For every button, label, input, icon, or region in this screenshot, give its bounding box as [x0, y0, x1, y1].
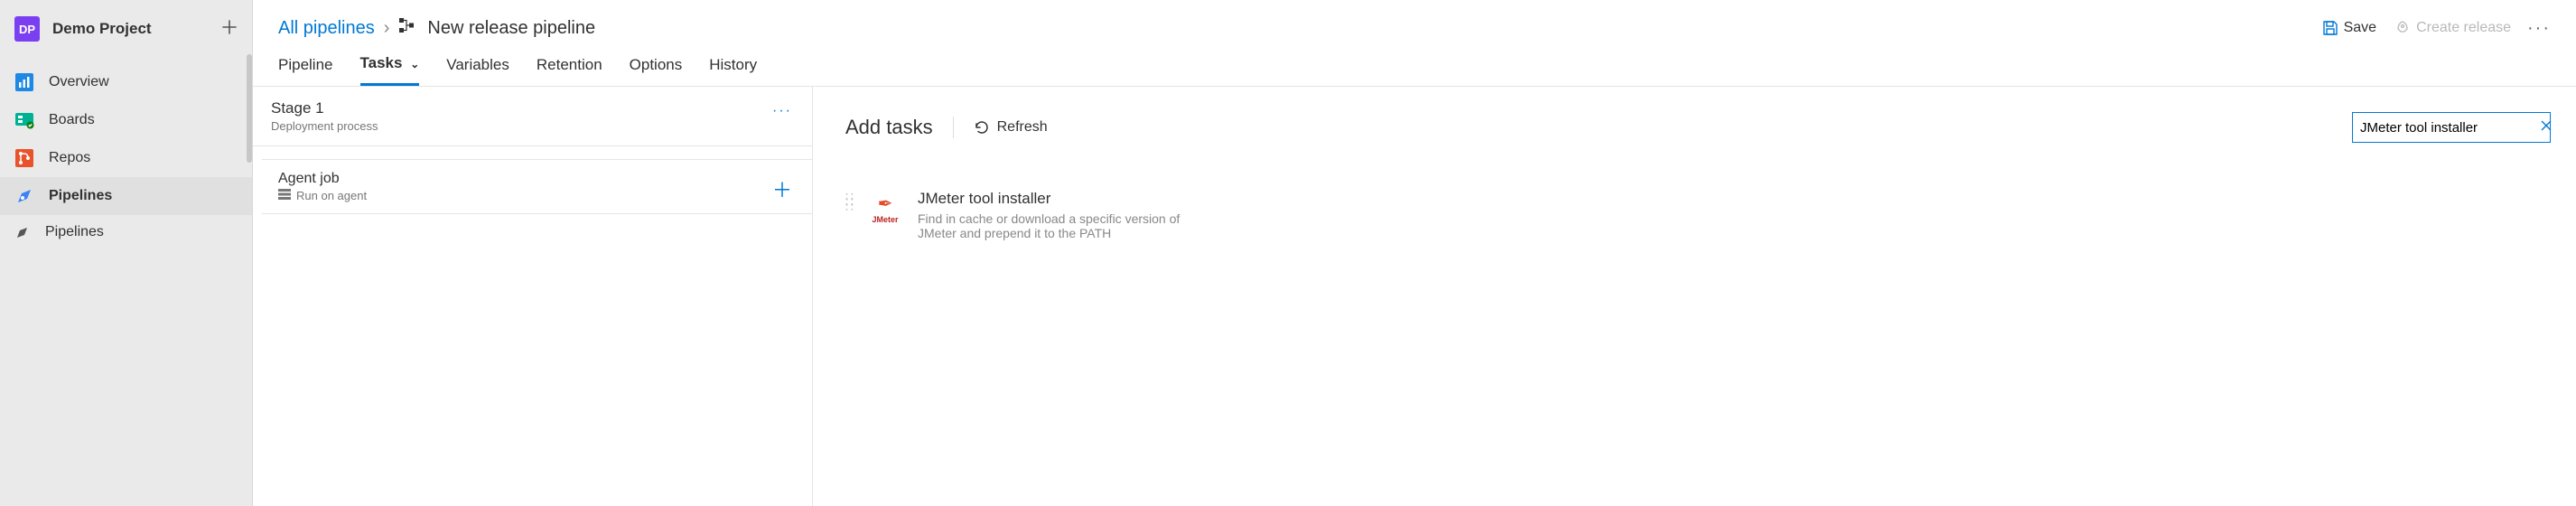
- create-release-button: Create release: [2394, 20, 2511, 36]
- sidebar-item-label: Boards: [49, 112, 95, 128]
- sidebar-scrollbar[interactable]: [247, 54, 252, 506]
- more-actions-button[interactable]: ···: [2527, 18, 2551, 39]
- sidebar-item-pipelines[interactable]: Pipelines: [0, 177, 252, 215]
- tab-label: Tasks: [360, 54, 403, 71]
- stage-column: Stage 1 Deployment process ··· Agent job…: [253, 87, 813, 506]
- project-badge: DP: [14, 16, 40, 42]
- sidebar-item-pipelines-sub[interactable]: Pipelines: [0, 215, 252, 249]
- tab-label: Options: [630, 56, 683, 73]
- refresh-icon: [974, 119, 990, 136]
- sidebar-item-overview[interactable]: Overview: [0, 63, 252, 101]
- add-task-to-job-button[interactable]: ＋: [772, 174, 792, 203]
- boards-icon: [14, 110, 34, 130]
- agent-job-subtitle-text: Run on agent: [296, 189, 367, 202]
- sidebar-item-repos[interactable]: Repos: [0, 139, 252, 177]
- save-button[interactable]: Save: [2322, 20, 2376, 36]
- tab-pipeline[interactable]: Pipeline: [278, 56, 333, 85]
- task-result-item[interactable]: ∷∷∷ ✒ JMeter JMeter tool installer Find …: [845, 190, 2551, 240]
- task-result-title: JMeter tool installer: [918, 190, 1216, 208]
- sidebar: DP Demo Project Overview Boards Repos: [0, 0, 253, 506]
- sidebar-project-header[interactable]: DP Demo Project: [0, 0, 252, 58]
- add-project-button[interactable]: [221, 19, 238, 40]
- sidebar-item-label: Pipelines: [49, 188, 112, 204]
- chevron-down-icon: ⌄: [410, 58, 419, 70]
- task-search-box[interactable]: [2352, 112, 2551, 143]
- create-release-label: Create release: [2416, 20, 2511, 36]
- agent-job-row[interactable]: Agent job Run on agent ＋: [262, 159, 812, 214]
- tab-options[interactable]: Options: [630, 56, 683, 85]
- sidebar-nav: Overview Boards Repos Pipelines Pipeline…: [0, 63, 252, 249]
- breadcrumb-bar: All pipelines › New release pipeline Sav…: [253, 0, 2576, 45]
- save-label: Save: [2344, 20, 2376, 36]
- stage-more-button[interactable]: ···: [772, 103, 792, 119]
- project-name: Demo Project: [52, 20, 221, 38]
- chevron-right-icon: ›: [384, 18, 390, 39]
- task-result-description: Find in cache or download a specific ver…: [918, 211, 1216, 240]
- divider: [953, 117, 954, 138]
- tabs-bar: Pipeline Tasks ⌄ Variables Retention Opt…: [253, 45, 2576, 87]
- logo-text: JMeter: [872, 215, 898, 224]
- add-tasks-header: Add tasks Refresh: [845, 112, 2551, 143]
- pipelines-icon: [14, 186, 34, 206]
- add-tasks-heading: Add tasks: [845, 116, 933, 139]
- release-pipeline-icon: [398, 16, 416, 40]
- pipelines-sub-icon: [14, 224, 31, 240]
- breadcrumb-title: New release pipeline: [427, 18, 595, 39]
- stage-title: Stage 1: [271, 99, 794, 117]
- add-tasks-panel: Add tasks Refresh ∷∷∷ ✒ JMeter: [813, 87, 2576, 506]
- tab-label: History: [709, 56, 757, 73]
- tab-tasks[interactable]: Tasks ⌄: [360, 54, 420, 86]
- tab-retention[interactable]: Retention: [537, 56, 602, 85]
- agent-job-title: Agent job: [278, 171, 796, 187]
- tab-label: Variables: [446, 56, 509, 73]
- stage-row[interactable]: Stage 1 Deployment process ···: [253, 87, 812, 146]
- refresh-button[interactable]: Refresh: [974, 119, 1048, 136]
- agent-job-subtitle: Run on agent: [278, 189, 796, 202]
- save-icon: [2322, 20, 2338, 36]
- sidebar-item-boards[interactable]: Boards: [0, 101, 252, 139]
- sidebar-item-label: Overview: [49, 74, 109, 90]
- stage-subtitle: Deployment process: [271, 119, 794, 133]
- task-search-input[interactable]: [2360, 120, 2540, 136]
- breadcrumb-root[interactable]: All pipelines: [278, 18, 375, 39]
- tab-variables[interactable]: Variables: [446, 56, 509, 85]
- overview-icon: [14, 72, 34, 92]
- rocket-icon: [2394, 20, 2411, 36]
- sidebar-item-label: Pipelines: [45, 224, 104, 240]
- main-content: All pipelines › New release pipeline Sav…: [253, 0, 2576, 506]
- tab-label: Retention: [537, 56, 602, 73]
- content-area: Stage 1 Deployment process ··· Agent job…: [253, 87, 2576, 506]
- jmeter-logo-icon: ✒ JMeter: [867, 190, 903, 226]
- tab-history[interactable]: History: [709, 56, 757, 85]
- drag-handle-icon[interactable]: ∷∷∷: [845, 190, 854, 210]
- repos-icon: [14, 148, 34, 168]
- agent-icon: [278, 189, 291, 202]
- clear-search-button[interactable]: [2540, 119, 2553, 136]
- tab-label: Pipeline: [278, 56, 333, 73]
- refresh-label: Refresh: [997, 119, 1048, 136]
- task-result-text: JMeter tool installer Find in cache or d…: [918, 190, 1216, 240]
- sidebar-item-label: Repos: [49, 150, 90, 166]
